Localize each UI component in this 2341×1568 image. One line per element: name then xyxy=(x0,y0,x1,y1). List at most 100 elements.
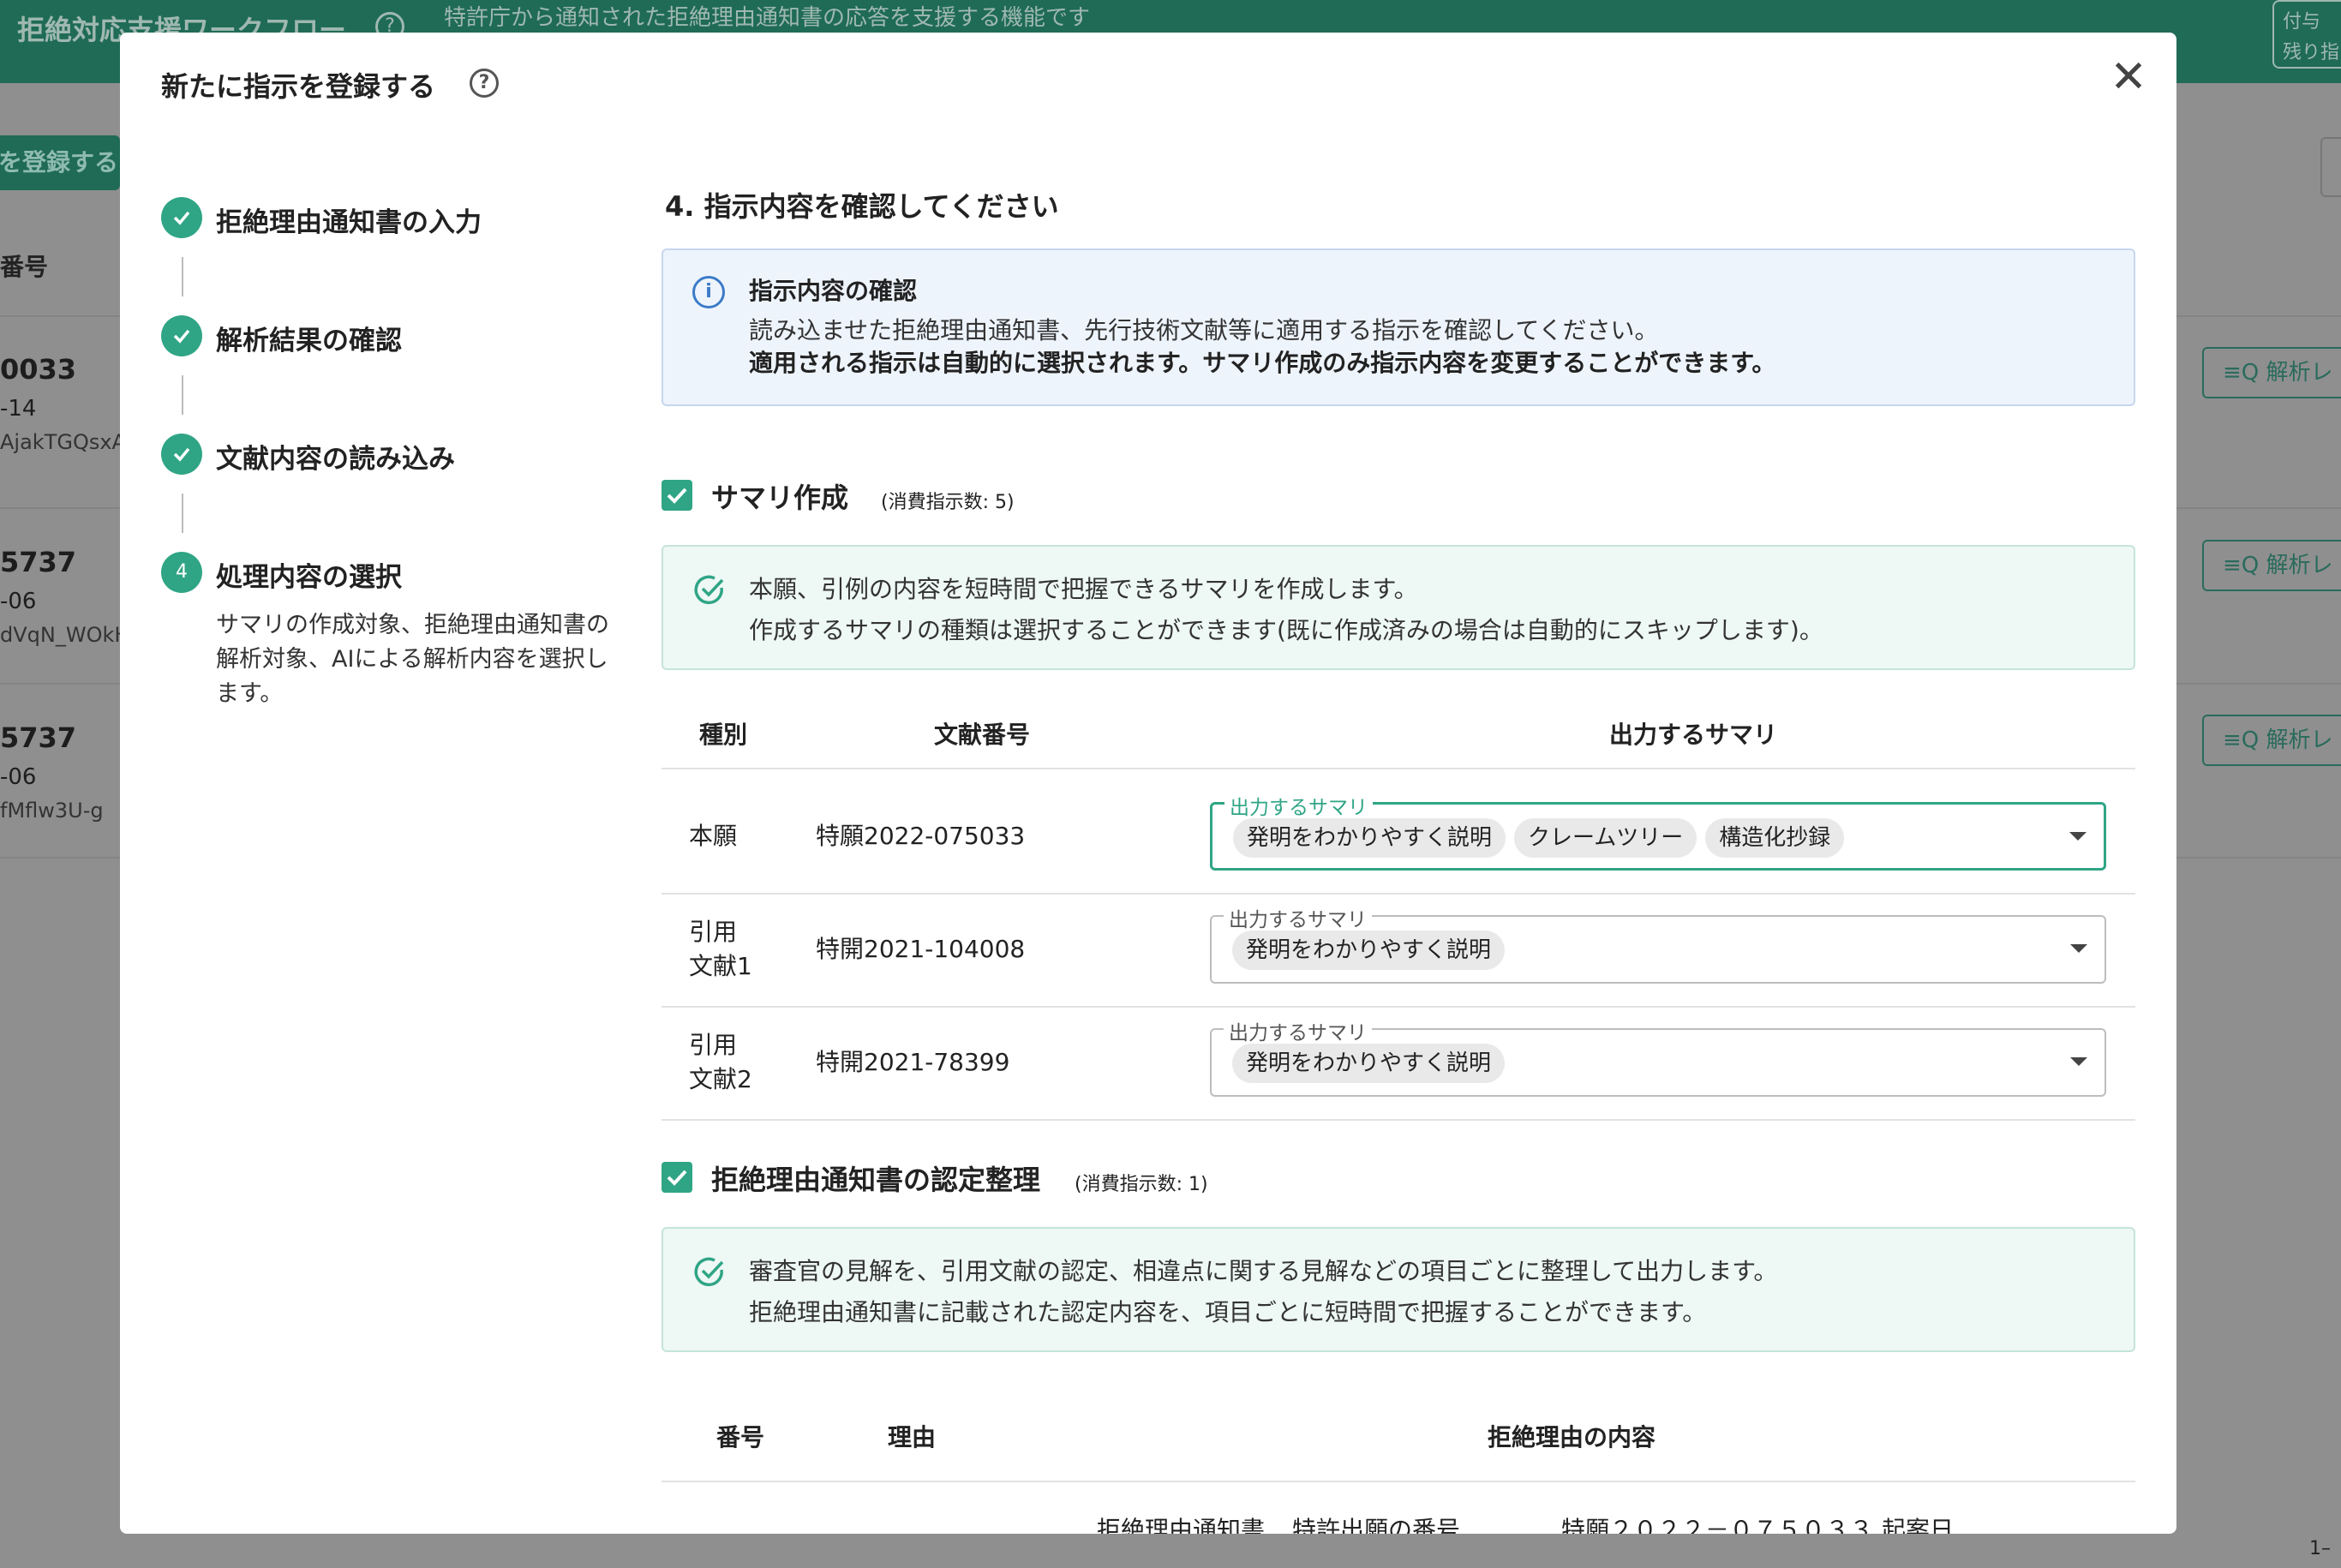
analysis-report-button[interactable]: ≡Q 解析レ xyxy=(2202,347,2341,398)
analysis-report-label: 解析レ xyxy=(2266,360,2333,386)
table-divider xyxy=(662,1481,2135,1482)
row-code: dVqN_WOkH xyxy=(0,623,130,647)
output-summary-select[interactable]: 出力するサマリ 発明をわかりやすく説明 クレームツリー 構造化抄録 xyxy=(1210,791,2106,871)
analysis-report-label: 解析レ xyxy=(2266,727,2333,753)
column-header-output-summary: 出力するサマリ xyxy=(1609,721,1778,749)
row-date: -06 xyxy=(0,764,37,790)
summary-section-label: サマリ作成 xyxy=(711,482,849,514)
rejection-cell: 特願２０２２－０７５０３３ xyxy=(1561,1516,1874,1534)
check-icon xyxy=(161,434,202,475)
summary-text: 作成するサマリの種類は選択することができます(既に作成済みの場合は自動的にスキッ… xyxy=(749,616,1823,644)
summary-chip[interactable]: 発明をわかりやすく説明 xyxy=(1233,818,1506,858)
quota-remaining-label: 残り指 xyxy=(2283,42,2340,63)
row-type: 文献2 xyxy=(689,1065,752,1093)
chip-group: 発明をわかりやすく説明 xyxy=(1232,931,1506,970)
table-divider xyxy=(662,1006,2135,1008)
row-code: fMflw3U-g xyxy=(0,799,104,823)
column-header-number: 番号 xyxy=(716,1423,765,1451)
check-icon xyxy=(667,488,687,504)
check-icon xyxy=(161,315,202,356)
column-header-number: 番号 xyxy=(0,253,49,281)
pagination-text: 1– xyxy=(2309,1538,2331,1559)
step-label: 解析結果の確認 xyxy=(216,326,402,356)
table-divider xyxy=(662,893,2135,895)
step-connector xyxy=(182,375,183,415)
dropdown-arrow-icon[interactable] xyxy=(2070,1057,2087,1066)
summary-checkbox[interactable] xyxy=(662,480,692,511)
row-type: 本願 xyxy=(689,822,738,850)
register-button[interactable]: を登録する xyxy=(0,135,120,190)
register-instruction-modal: 新たに指示を登録する ? ✕ 拒絶理由通知書の入力 解析結果の確認 文献内容の読… xyxy=(120,33,2176,1534)
app-subtitle: 特許庁から通知された拒絶理由通知書の応答を支援する機能です xyxy=(444,5,1091,31)
column-header-type: 種別 xyxy=(699,721,748,749)
info-alert: i 指示内容の確認 読み込ませた拒絶理由通知書、先行技術文献等に適用する指示を確… xyxy=(662,248,2135,406)
column-header-document: 文献番号 xyxy=(934,721,1031,749)
report-icon: ≡Q xyxy=(2223,727,2266,753)
row-code: AjakTGQsxA xyxy=(0,430,126,454)
step-description: サマリの作成対象、拒絶理由通知書の解析対象、AIによる解析内容を選択します。 xyxy=(216,612,609,707)
select-label: 出力するサマリ xyxy=(1224,791,1373,820)
row-document-number: 特開2021-104008 xyxy=(816,935,1026,963)
row-date: -14 xyxy=(0,396,37,422)
rejection-cell: 特許出願の番号 xyxy=(1292,1516,1461,1534)
row-document-number: 特開2021-78399 xyxy=(816,1048,1010,1076)
section-title: 4. 指示内容を確認してください xyxy=(665,190,1059,223)
select-label: 出力するサマリ xyxy=(1224,1016,1372,1045)
dropdown-arrow-icon[interactable] xyxy=(2069,832,2087,841)
info-icon: i xyxy=(692,276,725,308)
modal-title: 新たに指示を登録する xyxy=(161,70,436,103)
filter-frame[interactable] xyxy=(2320,137,2341,197)
column-header-reason: 理由 xyxy=(888,1423,937,1451)
check-icon xyxy=(161,197,202,238)
analysis-report-button[interactable]: ≡Q 解析レ xyxy=(2202,540,2341,591)
step-label: 拒絶理由通知書の入力 xyxy=(216,207,482,238)
rejection-section-label: 拒絶理由通知書の認定整理 xyxy=(711,1164,1041,1196)
table-divider xyxy=(662,768,2135,769)
rejection-text: 拒絶理由通知書に記載された認定内容を、項目ごとに短時間で把握することができます。 xyxy=(749,1298,1707,1326)
dropdown-arrow-icon[interactable] xyxy=(2070,944,2087,953)
row-id: 5737 xyxy=(0,721,77,754)
column-header-rejection-content: 拒絶理由の内容 xyxy=(1488,1423,1656,1451)
chip-group: 発明をわかりやすく説明 xyxy=(1232,1044,1506,1083)
analysis-report-label: 解析レ xyxy=(2266,553,2333,578)
select-label: 出力するサマリ xyxy=(1224,903,1372,932)
info-text: 読み込ませた拒絶理由通知書、先行技術文献等に適用する指示を確認してください。 xyxy=(749,316,1659,344)
check-icon xyxy=(667,1170,687,1186)
summary-consumption-count: (消費指示数: 5) xyxy=(881,492,1015,513)
check-circle-icon xyxy=(694,575,724,605)
analysis-report-button[interactable]: ≡Q 解析レ xyxy=(2202,715,2341,766)
summary-chip[interactable]: 発明をわかりやすく説明 xyxy=(1232,1044,1506,1083)
output-summary-select[interactable]: 出力するサマリ 発明をわかりやすく説明 xyxy=(1210,1016,2106,1097)
rejection-cell: 起案日 xyxy=(1882,1516,1955,1534)
step-label: 処理内容の選択 xyxy=(216,562,402,593)
report-icon: ≡Q xyxy=(2223,360,2266,386)
row-id: 5737 xyxy=(0,546,77,578)
close-icon[interactable]: ✕ xyxy=(2106,55,2151,101)
check-circle-icon xyxy=(694,1257,724,1287)
step-connector xyxy=(182,494,183,533)
quota-label: 付与 xyxy=(2283,11,2321,33)
rejection-consumption-count: (消費指示数: 1) xyxy=(1075,1174,1208,1195)
summary-chip[interactable]: 構造化抄録 xyxy=(1705,818,1845,858)
quota-box: 付与 残り指 xyxy=(2272,0,2341,69)
row-type: 引用 xyxy=(689,918,738,946)
row-id: 0033 xyxy=(0,353,77,386)
row-type: 文献1 xyxy=(689,952,752,980)
rejection-text: 審査官の見解を、引用文献の認定、相違点に関する見解などの項目ごとに整理して出力し… xyxy=(749,1257,1778,1285)
summary-description: 本願、引例の内容を短時間で把握できるサマリを作成します。 作成するサマリの種類は… xyxy=(662,545,2135,670)
rejection-description: 審査官の見解を、引用文献の認定、相違点に関する見解などの項目ごとに整理して出力し… xyxy=(662,1227,2135,1352)
step-number: 4 xyxy=(161,552,202,593)
row-type: 引用 xyxy=(689,1031,738,1059)
output-summary-select[interactable]: 出力するサマリ 発明をわかりやすく説明 xyxy=(1210,903,2106,984)
summary-text: 本願、引例の内容を短時間で把握できるサマリを作成します。 xyxy=(749,575,1418,603)
summary-chip[interactable]: 発明をわかりやすく説明 xyxy=(1232,931,1506,970)
step-connector xyxy=(182,257,183,296)
row-document-number: 特願2022-075033 xyxy=(816,822,1026,850)
summary-chip[interactable]: クレームツリー xyxy=(1514,818,1697,858)
table-divider xyxy=(662,1119,2135,1121)
rejection-cell: 拒絶理由通知書 xyxy=(1097,1516,1266,1534)
row-date: -06 xyxy=(0,589,37,614)
report-icon: ≡Q xyxy=(2223,553,2266,578)
rejection-checkbox[interactable] xyxy=(662,1162,692,1193)
help-icon[interactable]: ? xyxy=(470,69,499,98)
